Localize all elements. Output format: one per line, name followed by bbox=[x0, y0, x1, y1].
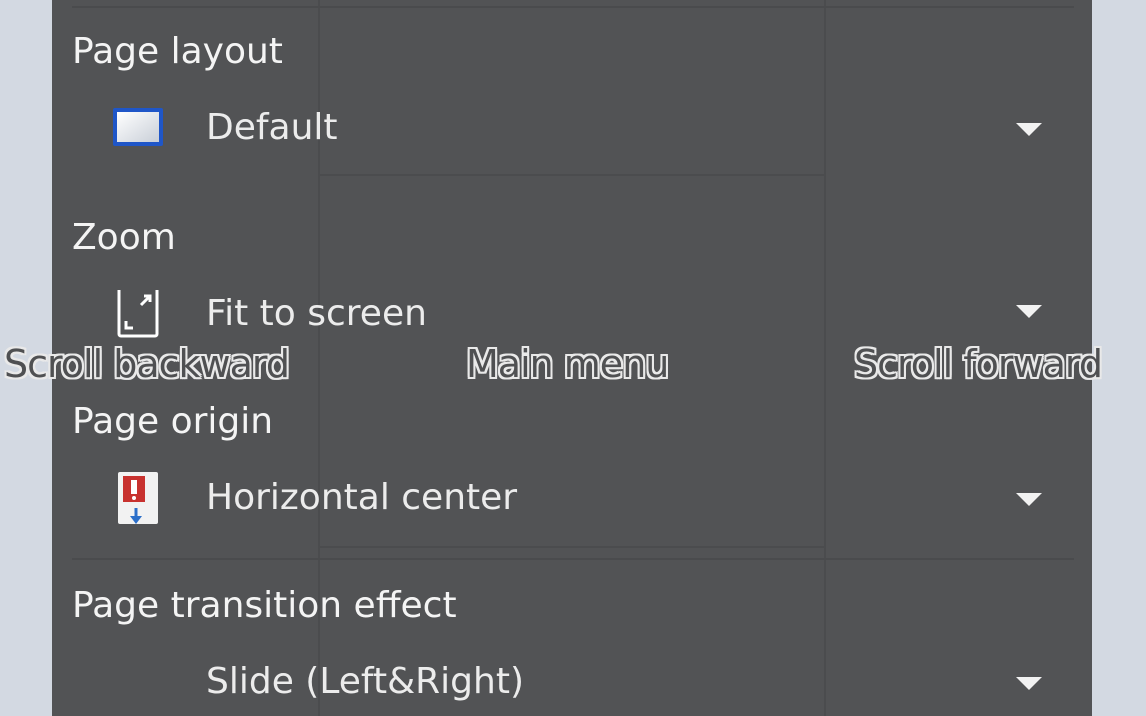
main-menu-zone[interactable] bbox=[318, 0, 826, 716]
scroll-forward-zone[interactable] bbox=[826, 0, 1146, 716]
scroll-backward-zone[interactable] bbox=[0, 0, 318, 716]
